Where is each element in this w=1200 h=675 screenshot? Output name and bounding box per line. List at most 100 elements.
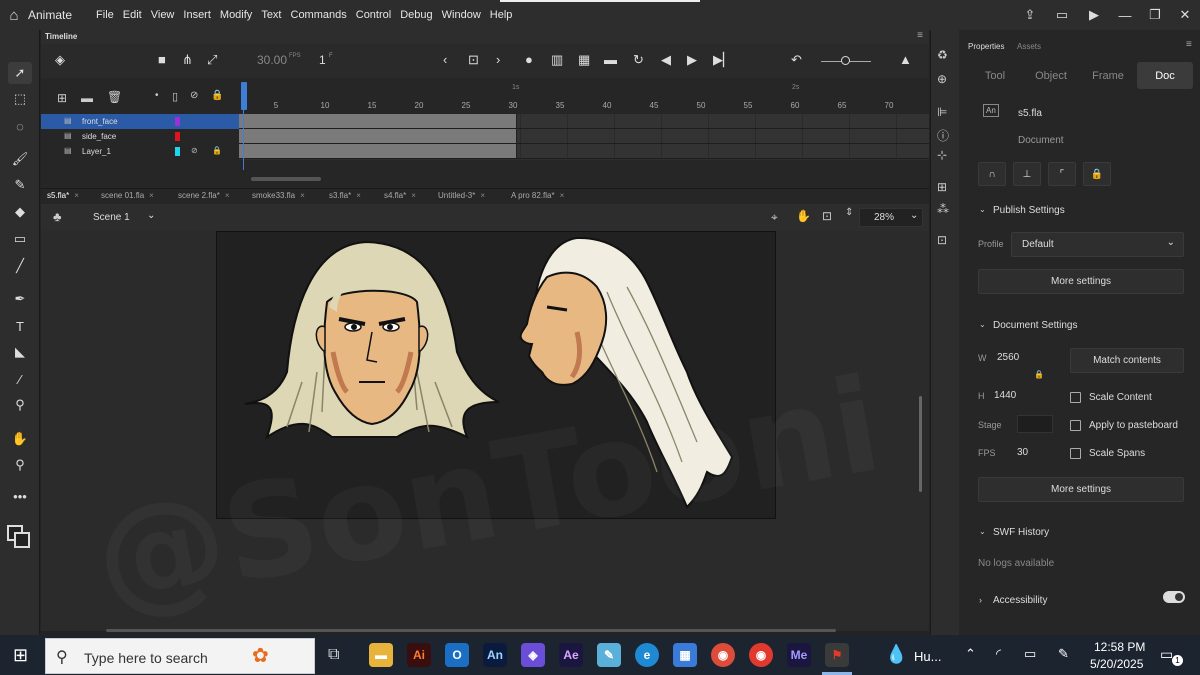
animate-icon[interactable]: An (483, 643, 507, 667)
minimize-icon[interactable]: — (1110, 8, 1140, 23)
frame-span[interactable] (239, 129, 517, 143)
file-explorer-icon[interactable]: ▬ (369, 643, 393, 667)
swf-history-header[interactable]: SWF History (993, 527, 1049, 538)
lock-guides-icon[interactable]: 🔒 (1083, 162, 1111, 186)
snap-icon[interactable]: ⌖ (771, 210, 778, 225)
tab-properties[interactable]: Properties (968, 42, 1004, 51)
menu-debug[interactable]: Debug (400, 9, 432, 21)
scale-spans-checkbox[interactable] (1070, 448, 1081, 459)
camera-icon[interactable]: ■ (158, 52, 166, 67)
pin-icon[interactable]: ⚲ (8, 394, 32, 416)
chevron-right-icon[interactable]: › (979, 595, 982, 605)
text-tool-icon[interactable]: T (8, 315, 32, 337)
doc-tab[interactable]: smoke33.fla × (252, 191, 305, 200)
workspace-icon[interactable]: ▭ (1046, 7, 1078, 23)
visibility-icon[interactable]: ⊘ (190, 90, 198, 101)
color-icon[interactable]: ⁂ (937, 202, 949, 216)
zoom-icon[interactable]: ⚲ (8, 454, 32, 476)
fps-value[interactable]: 30 (1017, 447, 1028, 458)
menu-window[interactable]: Window (442, 9, 481, 21)
link-icon[interactable]: 🔒 (1034, 370, 1044, 379)
search-box[interactable]: ⚲ Type here to search ✿ (45, 638, 315, 674)
more-tools-icon[interactable]: ••• (8, 485, 32, 507)
scene-name[interactable]: Scene 1 (93, 212, 130, 223)
playhead[interactable] (241, 82, 247, 170)
panel-menu-icon[interactable]: ≡ (1186, 39, 1192, 50)
layers-icon[interactable]: ◈ (55, 52, 65, 68)
edit-multiple-icon[interactable]: ▥ (551, 52, 563, 68)
segment-doc[interactable]: Doc (1137, 62, 1193, 89)
outline-icon[interactable]: ▯ (172, 90, 178, 103)
rectangle-icon[interactable]: ▭ (8, 228, 32, 250)
onion-skin-icon[interactable]: ● (525, 52, 533, 67)
free-transform-icon[interactable]: ⬚ (8, 88, 32, 110)
chevron-down-icon[interactable]: ⌄ (147, 210, 155, 221)
menu-edit[interactable]: Edit (123, 9, 142, 21)
notes-icon[interactable]: ✎ (597, 643, 621, 667)
media-encoder-icon[interactable]: Me (787, 643, 811, 667)
pen-tray-icon[interactable]: ✎ (1058, 646, 1069, 662)
menu-view[interactable]: View (151, 9, 175, 21)
more-settings-button-2[interactable]: More settings (978, 477, 1184, 502)
timeline-scrollbar[interactable] (251, 177, 321, 181)
stage-horizontal-scrollbar[interactable] (106, 629, 836, 632)
chevron-down-icon[interactable]: ⌄ (979, 320, 986, 329)
current-frame[interactable]: 1 (319, 53, 326, 67)
more-settings-button[interactable]: More settings (978, 269, 1184, 294)
prev-keyframe-icon[interactable]: ‹ (443, 52, 447, 67)
snap-settings-icon[interactable]: ⊥ (1013, 162, 1041, 186)
sync-icon[interactable]: ▬ (604, 52, 617, 67)
profile-select[interactable]: Default ⌄ (1011, 232, 1184, 257)
stage-area[interactable]: @SonTooni (41, 231, 929, 632)
menu-file[interactable]: File (96, 9, 114, 21)
frame-row[interactable] (239, 129, 929, 144)
motion-presets-icon[interactable]: ⊕ (937, 72, 947, 86)
lock-icon[interactable]: 🔒 (211, 90, 223, 101)
app-icon[interactable]: ⚑ (825, 643, 849, 667)
scale-content-checkbox[interactable] (1070, 392, 1081, 403)
height-value[interactable]: 1440 (994, 390, 1016, 401)
new-folder-icon[interactable]: ▬ (81, 91, 93, 105)
stepper-icon[interactable]: ⇕ (845, 207, 853, 218)
match-contents-button[interactable]: Match contents (1070, 348, 1184, 373)
eraser-icon[interactable]: ◆ (8, 201, 32, 223)
magnet-icon[interactable]: ∩ (978, 162, 1006, 186)
transform-icon[interactable]: ⊹ (937, 148, 947, 162)
close-icon[interactable]: ✕ (1170, 7, 1200, 23)
menu-insert[interactable]: Insert (183, 9, 211, 21)
after-effects-icon[interactable]: Ae (559, 643, 583, 667)
onion-outline-icon[interactable]: ▦ (578, 52, 590, 68)
weather-icon[interactable]: 💧 (885, 644, 907, 665)
doc-tab[interactable]: s5.fla* × (47, 191, 79, 200)
edge-icon[interactable]: e (635, 643, 659, 667)
doc-tab[interactable]: Untitled-3* × (438, 191, 485, 200)
battery-icon[interactable]: ▭ (1024, 646, 1036, 662)
guides-icon[interactable]: ⌜ (1048, 162, 1076, 186)
frame-grid[interactable] (239, 114, 929, 160)
segment-object[interactable]: Object (1023, 62, 1079, 89)
layer-color-swatch[interactable] (175, 147, 180, 156)
highlight-icon[interactable]: • (155, 90, 159, 101)
loop-icon[interactable]: ↻ (633, 52, 644, 68)
hidden-icon[interactable]: ⊘ (191, 146, 198, 155)
wifi-icon[interactable]: ◜ (996, 646, 1001, 662)
frame-row[interactable] (239, 114, 929, 129)
step-back-icon[interactable]: ◀ (661, 52, 671, 68)
frame-span[interactable] (239, 114, 517, 128)
frame-picker-icon[interactable]: ⊡ (937, 233, 947, 247)
mountain-icon[interactable]: ▲ (899, 52, 912, 67)
tab-assets[interactable]: Assets (1017, 42, 1041, 51)
layer-row-layer-1[interactable]: ▤ Layer_1 ⊘ 🔒 (41, 144, 239, 159)
frame-span[interactable] (239, 144, 517, 158)
home-icon[interactable]: ⌂ (0, 0, 28, 30)
zoom-slider-thumb[interactable] (841, 56, 850, 65)
accessibility-toggle[interactable] (1163, 591, 1185, 603)
menu-text[interactable]: Text (261, 9, 281, 21)
clock-time[interactable]: 12:58 PM (1094, 640, 1145, 654)
document-settings-header[interactable]: Document Settings (993, 320, 1078, 331)
frame-row[interactable] (239, 144, 929, 159)
menu-help[interactable]: Help (490, 9, 513, 21)
undo-icon[interactable]: ↶ (791, 52, 802, 68)
selection-tool-icon[interactable]: ➚ (8, 62, 32, 84)
locked-icon[interactable]: 🔒 (212, 146, 222, 155)
